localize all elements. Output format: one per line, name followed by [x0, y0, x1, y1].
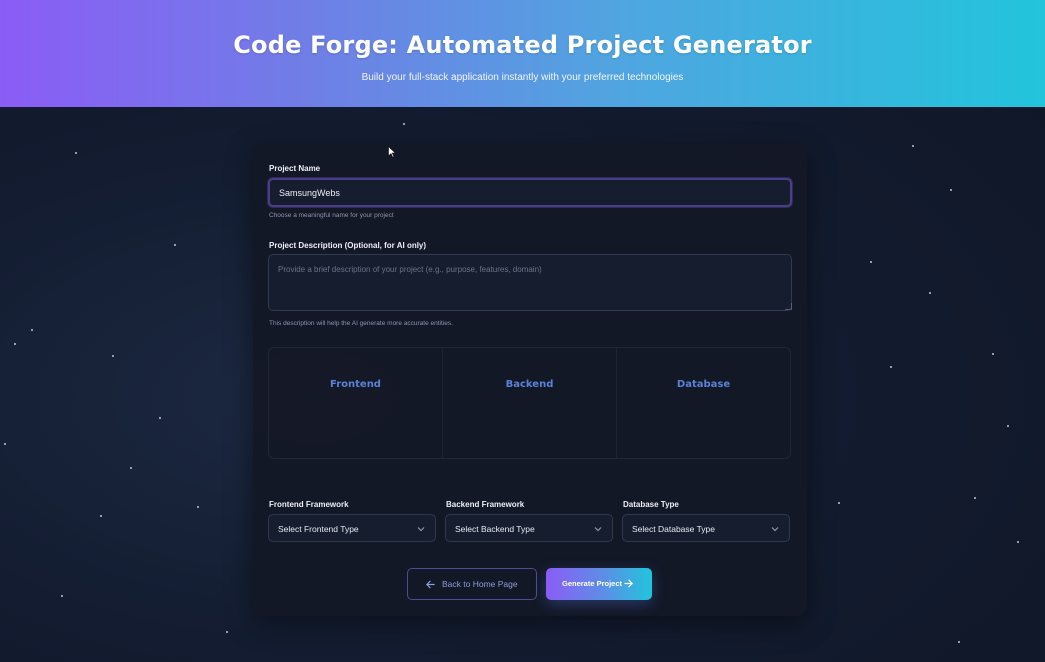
database-type-value: Select Database Type — [632, 524, 716, 534]
star — [403, 123, 405, 125]
page-header: Code Forge: Automated Project Generator … — [0, 0, 1045, 107]
resize-handle-icon[interactable] — [785, 303, 792, 310]
star — [112, 355, 114, 357]
star — [174, 244, 176, 246]
tech-heading-database: Database — [676, 379, 731, 390]
backend-framework-value: Select Backend Type — [455, 524, 535, 534]
star — [226, 631, 228, 633]
frontend-framework-label: Frontend Framework — [269, 500, 349, 509]
star — [950, 189, 952, 191]
star — [958, 641, 960, 643]
star — [159, 417, 161, 419]
tech-column-database[interactable]: Database — [617, 348, 790, 458]
star — [61, 595, 63, 597]
backend-framework-label: Backend Framework — [446, 500, 525, 509]
frontend-framework-select[interactable]: Select Frontend Type — [268, 514, 436, 542]
star — [890, 366, 892, 368]
project-description-input[interactable] — [268, 254, 792, 311]
star — [130, 467, 132, 469]
star — [838, 502, 840, 504]
tech-stack-panel: Frontend Backend Database — [268, 347, 791, 459]
page-subtitle: Build your full-stack application instan… — [361, 72, 684, 83]
star — [992, 353, 994, 355]
star — [1007, 425, 1009, 427]
project-description-hint: This description will help the AI genera… — [269, 320, 453, 327]
star — [870, 261, 872, 263]
generate-project-button[interactable]: Generate Project — [546, 568, 652, 600]
project-form-card: Project Name Choose a meaningful name fo… — [253, 144, 807, 616]
back-to-home-label: Back to Home Page — [442, 579, 518, 589]
star — [929, 292, 931, 294]
star — [75, 152, 77, 154]
star — [912, 145, 914, 147]
project-description-label: Project Description (Optional, for AI on… — [269, 241, 427, 250]
mouse-cursor-icon — [388, 146, 396, 158]
star — [14, 343, 16, 345]
arrow-left-icon — [425, 580, 435, 589]
arrow-right-icon — [624, 579, 634, 588]
project-description-placeholder: Provide a brief description of your proj… — [278, 265, 542, 274]
star — [4, 443, 6, 445]
star — [31, 329, 33, 331]
star — [974, 497, 976, 499]
star — [1017, 541, 1019, 543]
chevron-down-icon — [594, 527, 602, 532]
chevron-down-icon — [771, 527, 779, 532]
project-name-hint: Choose a meaningful name for your projec… — [269, 212, 394, 219]
project-name-label: Project Name — [269, 164, 321, 173]
star — [100, 515, 102, 517]
tech-heading-frontend: Frontend — [330, 379, 381, 390]
backend-framework-select[interactable]: Select Backend Type — [445, 514, 613, 542]
tech-column-backend[interactable]: Backend — [443, 348, 617, 458]
database-type-label: Database Type — [623, 500, 679, 509]
chevron-down-icon — [417, 527, 425, 532]
frontend-framework-value: Select Frontend Type — [278, 524, 359, 534]
tech-heading-backend: Backend — [505, 379, 554, 390]
generate-project-label: Generate Project — [562, 579, 623, 588]
star — [197, 506, 199, 508]
tech-column-frontend[interactable]: Frontend — [269, 348, 443, 458]
project-name-input[interactable] — [268, 178, 792, 207]
back-to-home-button[interactable]: Back to Home Page — [407, 568, 537, 600]
page-title: Code Forge: Automated Project Generator — [233, 31, 812, 59]
database-type-select[interactable]: Select Database Type — [622, 514, 790, 542]
